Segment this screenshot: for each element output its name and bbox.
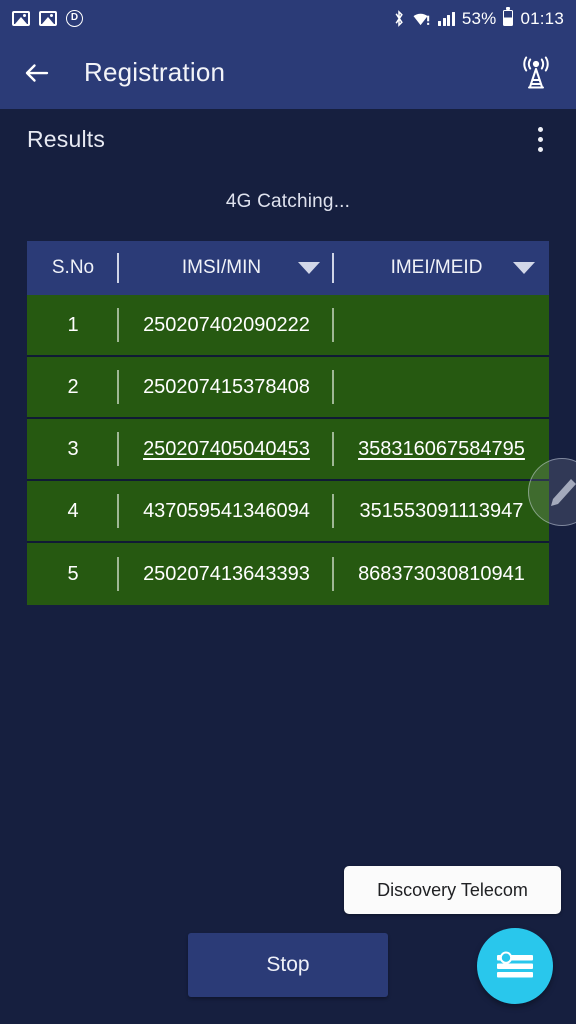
cell-imei[interactable]: 351553091113947 xyxy=(334,481,549,541)
page-title: Registration xyxy=(84,57,226,87)
cell-sno: 5 xyxy=(27,557,119,591)
results-table: S.No IMSI/MIN IMEI/MEID 1 250207402090222… xyxy=(27,241,549,605)
cell-imsi-value: 250207415378408 xyxy=(143,375,310,398)
results-label: Results xyxy=(27,125,106,152)
app-bar: Registration xyxy=(0,36,576,109)
column-header-imei[interactable]: IMEI/MEID xyxy=(334,241,549,295)
cell-imei[interactable] xyxy=(334,357,549,417)
table-header-row: S.No IMSI/MIN IMEI/MEID xyxy=(27,241,549,295)
scan-status-text: 4G Catching... xyxy=(225,191,351,212)
image-icon xyxy=(39,10,57,26)
cell-imsi-value: 437059541346094 xyxy=(143,499,310,522)
toast-label: Discovery Telecom xyxy=(377,879,528,900)
cell-imsi[interactable]: 437059541346094 xyxy=(119,481,334,541)
cell-sno: 4 xyxy=(27,494,119,528)
dt-badge-label: D xyxy=(70,12,79,23)
cell-imei-value: 358316067584795 xyxy=(358,437,525,460)
column-header-sno[interactable]: S.No xyxy=(27,253,119,283)
results-header-row: Results xyxy=(0,109,576,169)
table-row[interactable]: 2 250207415378408 xyxy=(27,357,549,419)
cell-imsi-value: 250207402090222 xyxy=(143,313,310,336)
cell-imsi[interactable]: 250207402090222 xyxy=(119,295,334,355)
table-row[interactable]: 5 250207413643393 868373030810941 xyxy=(27,543,549,605)
cell-tower-icon[interactable] xyxy=(518,56,554,90)
cell-imei-value: 868373030810941 xyxy=(358,562,525,585)
cell-imsi[interactable]: 250207415378408 xyxy=(119,357,334,417)
back-arrow-icon[interactable] xyxy=(22,58,52,88)
status-bar: D 53% 01:13 xyxy=(0,0,576,36)
more-vertical-icon[interactable] xyxy=(526,122,554,156)
cell-sno: 2 xyxy=(27,370,119,404)
clock-label: 01:13 xyxy=(520,8,564,28)
table-row[interactable]: 4 437059541346094 351553091113947 xyxy=(27,481,549,543)
cell-sno: 1 xyxy=(27,308,119,342)
cell-imei[interactable]: 358316067584795 xyxy=(334,419,549,479)
table-body: 1 250207402090222 2 250207415378408 3 2502074… xyxy=(27,295,549,605)
toast-message: Discovery Telecom xyxy=(344,866,561,914)
cell-imei-value: 351553091113947 xyxy=(359,499,524,522)
battery-percent-label: 53% xyxy=(461,8,497,28)
dt-badge-icon: D xyxy=(66,9,83,27)
chevron-down-icon[interactable] xyxy=(513,262,535,274)
cell-imsi-value: 250207405040453 xyxy=(143,437,310,460)
status-bar-left-icons: D xyxy=(12,9,83,27)
cellular-signal-icon xyxy=(438,11,455,26)
cell-imei[interactable] xyxy=(334,295,549,355)
image-icon xyxy=(12,10,30,26)
cell-imsi[interactable]: 250207413643393 xyxy=(119,543,334,605)
stop-button[interactable]: Stop xyxy=(188,933,388,997)
cell-sno: 3 xyxy=(27,432,119,466)
table-row[interactable]: 3 250207405040453 358316067584795 xyxy=(27,419,549,481)
column-header-sno-label: S.No xyxy=(51,257,95,278)
pencil-icon xyxy=(551,479,576,506)
settings-lines-icon xyxy=(497,951,533,978)
cell-imei[interactable]: 868373030810941 xyxy=(334,543,549,605)
table-row[interactable]: 1 250207402090222 xyxy=(27,295,549,357)
chevron-down-icon[interactable] xyxy=(297,262,320,274)
wifi-warning-icon xyxy=(413,13,430,25)
column-header-imei-label: IMEI/MEID xyxy=(390,257,483,278)
cell-imsi-value: 250207413643393 xyxy=(143,562,310,585)
status-bar-right-icons: 53% 01:13 xyxy=(393,7,564,28)
settings-floating-action-button[interactable] xyxy=(477,928,553,1004)
battery-icon xyxy=(503,7,514,26)
column-header-imsi-label: IMSI/MIN xyxy=(181,257,262,278)
cell-imsi[interactable]: 250207405040453 xyxy=(119,419,334,479)
column-header-imsi[interactable]: IMSI/MIN xyxy=(119,241,334,295)
bluetooth-icon xyxy=(395,9,404,27)
